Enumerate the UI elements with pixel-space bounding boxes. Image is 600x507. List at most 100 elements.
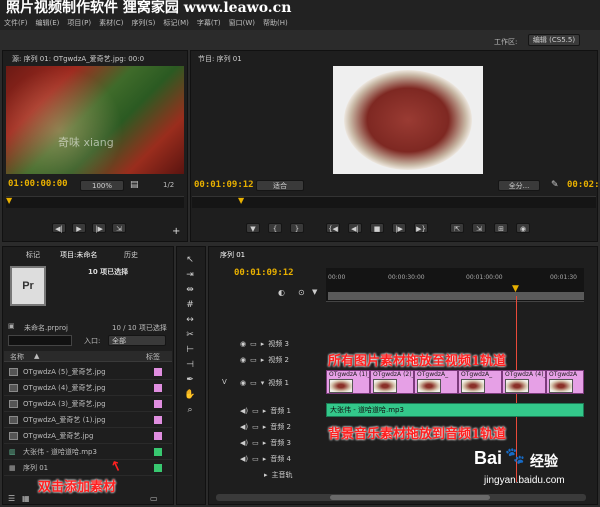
slip-tool-icon[interactable]: ⊢ bbox=[184, 344, 196, 356]
rate-stretch-tool-icon[interactable]: ↔ bbox=[184, 314, 196, 326]
mark-in-button[interactable]: { bbox=[268, 223, 282, 233]
col-name-header[interactable]: 名称 bbox=[10, 352, 24, 362]
tab-project[interactable]: 项目:未命名 bbox=[60, 250, 97, 260]
zoom-tool-icon[interactable]: ⌕ bbox=[184, 404, 196, 416]
stop-button[interactable]: ■ bbox=[370, 223, 384, 233]
list-item[interactable]: OTgwdzA_爱奇艺 (1).jpg bbox=[4, 412, 172, 428]
wrench-icon[interactable]: ✎ bbox=[551, 180, 559, 190]
expand-icon[interactable]: ▸ bbox=[263, 455, 267, 463]
menu-help[interactable]: 帮助(H) bbox=[263, 18, 288, 29]
eye-icon[interactable]: ◉ bbox=[240, 340, 246, 348]
lock-icon[interactable]: ▭ bbox=[252, 423, 259, 431]
timeline-marker-icon[interactable]: ⊙ bbox=[298, 288, 305, 297]
col-label-header[interactable]: 标签 bbox=[146, 352, 160, 362]
track-header-audio3[interactable]: ◀) ▭ ▸ 音频 3 bbox=[240, 435, 324, 451]
program-fit-select[interactable]: 适合 bbox=[256, 180, 304, 191]
timeline-timecode[interactable]: 00:01:09:12 bbox=[234, 268, 294, 278]
hand-tool-icon[interactable]: ✋ bbox=[184, 389, 196, 401]
add-icon[interactable]: + bbox=[172, 226, 180, 237]
lock-icon[interactable]: ▭ bbox=[252, 455, 259, 463]
sort-icon[interactable]: ▲ bbox=[34, 352, 39, 360]
lift-button[interactable]: ⇱ bbox=[450, 223, 464, 233]
icon-view-icon[interactable]: ▦ bbox=[22, 494, 30, 503]
workspace-select[interactable]: 编辑 (CS5.5) bbox=[528, 34, 580, 46]
rolling-edit-tool-icon[interactable]: # bbox=[184, 299, 196, 311]
video-clip[interactable]: OTgwdzA bbox=[546, 370, 584, 394]
source-playhead-icon[interactable]: ▼ bbox=[6, 196, 12, 205]
expand-icon[interactable]: ▸ bbox=[261, 356, 265, 364]
trim-button[interactable]: ⊞ bbox=[494, 223, 508, 233]
play-button[interactable]: ▶ bbox=[72, 223, 86, 233]
lock-icon[interactable]: ▭ bbox=[250, 340, 257, 348]
track-header-master[interactable]: ▸ 主音轨 bbox=[240, 467, 324, 483]
video-clip[interactable]: OTgwdzA_ bbox=[458, 370, 502, 394]
go-out-button[interactable]: ▶} bbox=[414, 223, 428, 233]
source-scrubber[interactable] bbox=[6, 196, 184, 208]
list-view-icon[interactable]: ☰ bbox=[8, 494, 15, 503]
track-header-audio2[interactable]: ◀) ▭ ▸ 音频 2 bbox=[240, 419, 324, 435]
tab-markers[interactable]: 标记 bbox=[26, 250, 40, 260]
list-item[interactable]: OTgwdzA_爱奇艺.jpg bbox=[4, 428, 172, 444]
lock-icon[interactable]: ▭ bbox=[252, 407, 259, 415]
eye-icon[interactable]: ◉ bbox=[240, 356, 246, 364]
add-marker-icon[interactable]: ▼ bbox=[312, 288, 317, 296]
menu-title[interactable]: 字幕(T) bbox=[197, 18, 221, 29]
expand-icon[interactable]: ▸ bbox=[264, 471, 268, 479]
program-quality-select[interactable]: 全分... bbox=[498, 180, 540, 191]
menu-marker[interactable]: 标记(M) bbox=[163, 18, 189, 29]
source-zoom-select[interactable]: 100% bbox=[80, 180, 124, 191]
extract-button[interactable]: ⇲ bbox=[472, 223, 486, 233]
timeline-tab[interactable]: 序列 01 bbox=[220, 250, 245, 260]
list-item[interactable]: ▥ 大张伟 - 道哈道哈.mp3 bbox=[4, 444, 172, 460]
go-in-button[interactable]: {◀ bbox=[326, 223, 340, 233]
expand-icon[interactable]: ▸ bbox=[261, 340, 265, 348]
video-clip[interactable]: OTgwdzA (1)_ bbox=[326, 370, 370, 394]
step-back-button[interactable]: ◀| bbox=[52, 223, 66, 233]
step-forward-button[interactable]: |▶ bbox=[92, 223, 106, 233]
expand-icon[interactable]: ▸ bbox=[263, 407, 267, 415]
list-item[interactable]: OTgwdzA (5)_爱奇艺.jpg bbox=[4, 364, 172, 380]
timeline-scroll-thumb[interactable] bbox=[330, 495, 490, 500]
new-item-icon[interactable]: ▭ bbox=[150, 494, 158, 503]
source-monitor-tab[interactable]: 源: 序列 01: OTgwdzA_爱奇艺.jpg: 00:0 bbox=[12, 54, 144, 64]
track-header-video2[interactable]: ◉ ▭ ▸ 视频 2 bbox=[240, 352, 324, 368]
insert-button[interactable]: ⇲ bbox=[112, 223, 126, 233]
video-target-label[interactable]: V bbox=[222, 378, 227, 386]
snap-icon[interactable]: ◐ bbox=[278, 288, 285, 297]
mark-out-button[interactable]: } bbox=[290, 223, 304, 233]
marker-button[interactable]: ▼ bbox=[246, 223, 260, 233]
lock-icon[interactable]: ▭ bbox=[250, 379, 257, 387]
program-playhead-icon[interactable]: ▼ bbox=[238, 196, 244, 205]
video-clip[interactable]: OTgwdzA_ bbox=[414, 370, 458, 394]
slide-tool-icon[interactable]: ⊣ bbox=[184, 359, 196, 371]
export-frame-button[interactable]: ◉ bbox=[516, 223, 530, 233]
pen-tool-icon[interactable]: ✒ bbox=[184, 374, 196, 386]
track-header-video1[interactable]: ◉ ▭ ▾ 视频 1 bbox=[240, 368, 324, 398]
video-clip[interactable]: OTgwdzA (4)_ bbox=[502, 370, 546, 394]
settings-icon[interactable]: ▤ bbox=[130, 180, 139, 190]
program-scrubber[interactable] bbox=[192, 196, 596, 208]
timeline-playhead-icon[interactable]: ▼ bbox=[512, 284, 519, 294]
expand-icon[interactable]: ▸ bbox=[263, 439, 267, 447]
menu-file[interactable]: 文件(F) bbox=[4, 18, 28, 29]
lock-icon[interactable]: ▭ bbox=[252, 439, 259, 447]
program-timecode[interactable]: 00:01:09:12 bbox=[194, 180, 254, 190]
speaker-icon[interactable]: ◀) bbox=[240, 455, 248, 463]
step-back-program-button[interactable]: ◀| bbox=[348, 223, 362, 233]
speaker-icon[interactable]: ◀) bbox=[240, 423, 248, 431]
selection-tool-icon[interactable]: ↖ bbox=[184, 254, 196, 266]
video-clip[interactable]: OTgwdzA (2)_ bbox=[370, 370, 414, 394]
source-timecode[interactable]: 01:00:00:00 bbox=[8, 179, 68, 189]
collapse-icon[interactable]: ▾ bbox=[261, 379, 265, 387]
track-header-audio1[interactable]: ◀) ▭ ▸ 音频 1 bbox=[240, 403, 324, 419]
menu-edit[interactable]: 编辑(E) bbox=[36, 18, 60, 29]
list-item[interactable]: ▦ 序列 01 bbox=[4, 460, 172, 476]
step-forward-program-button[interactable]: |▶ bbox=[392, 223, 406, 233]
tab-history[interactable]: 历史 bbox=[124, 250, 138, 260]
track-header-audio4[interactable]: ◀) ▭ ▸ 音频 4 bbox=[240, 451, 324, 467]
menu-window[interactable]: 窗口(W) bbox=[229, 18, 255, 29]
menu-clip[interactable]: 素材(C) bbox=[99, 18, 123, 29]
ripple-edit-tool-icon[interactable]: ⇹ bbox=[184, 284, 196, 296]
speaker-icon[interactable]: ◀) bbox=[240, 407, 248, 415]
work-area-bar[interactable] bbox=[328, 292, 584, 300]
